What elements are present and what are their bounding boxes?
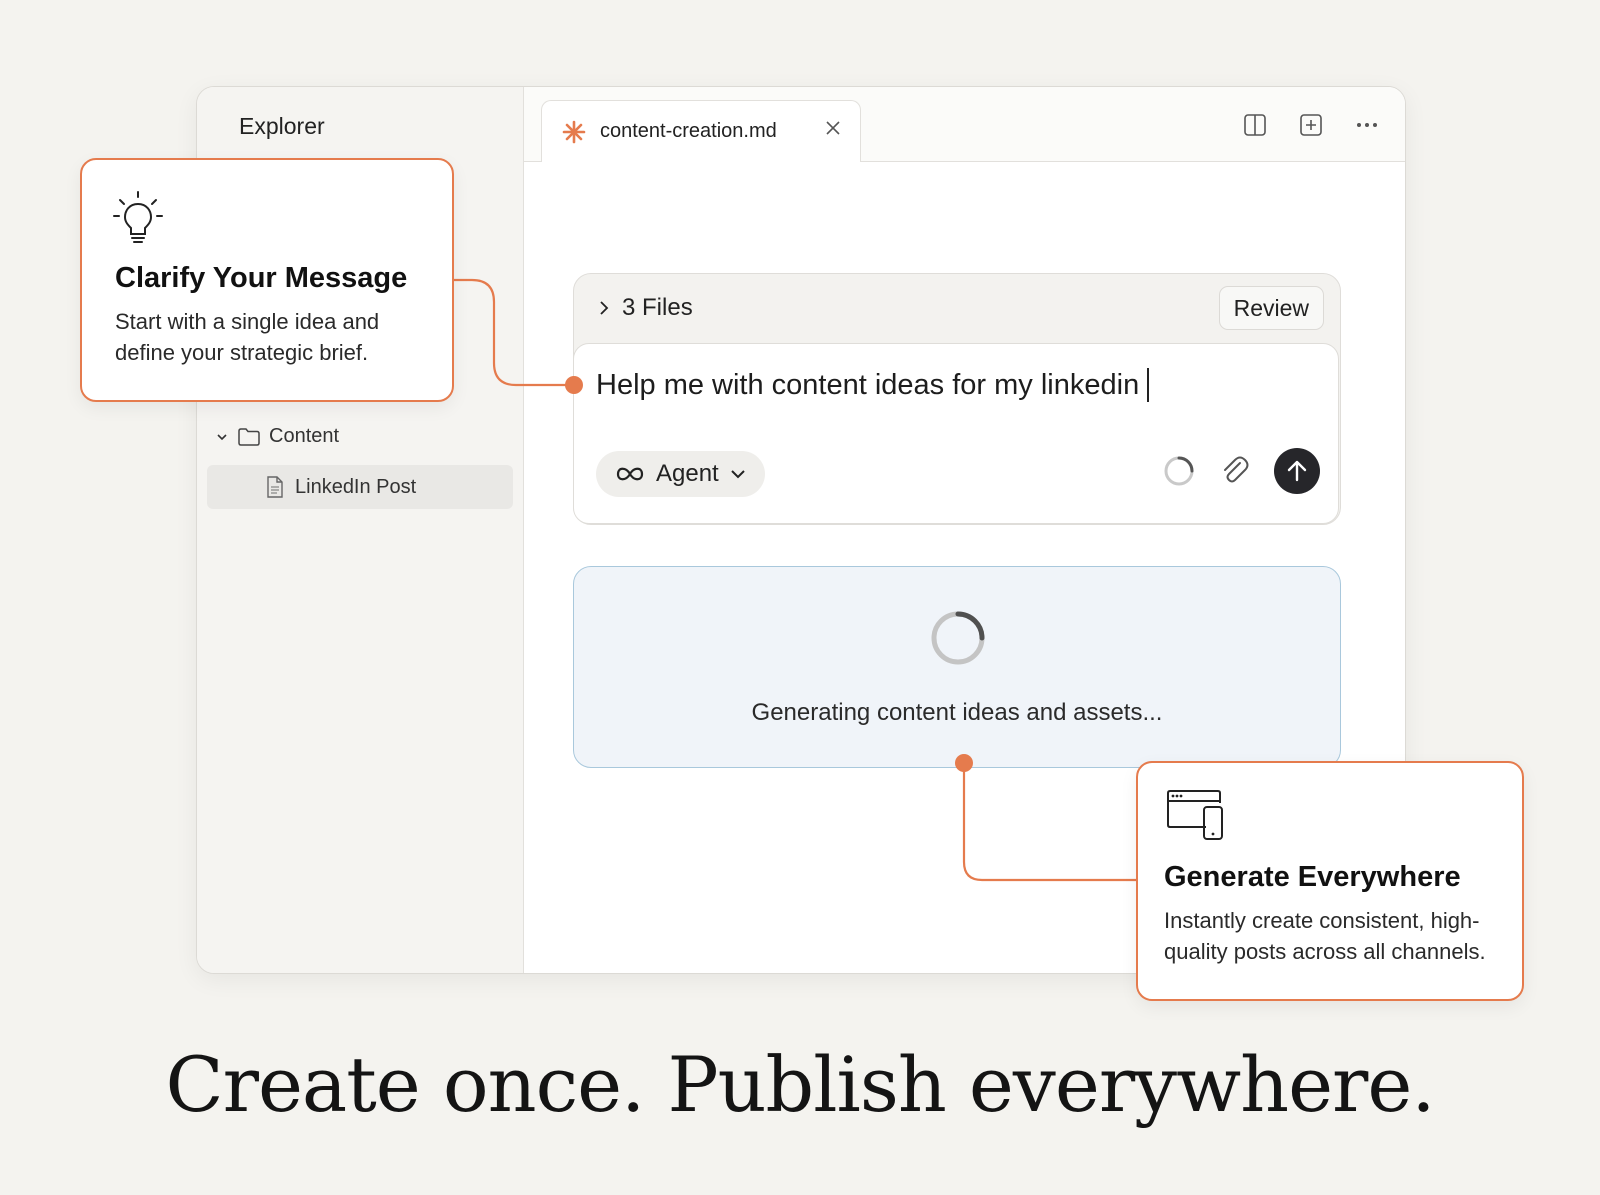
composer-actions bbox=[1162, 448, 1320, 494]
loading-spinner-icon bbox=[931, 611, 985, 665]
prompt-value: Help me with content ideas for my linked… bbox=[596, 368, 1140, 401]
generation-panel: Generating content ideas and assets... bbox=[573, 566, 1341, 768]
files-label: 3 Files bbox=[622, 294, 693, 321]
tree-file-label: LinkedIn Post bbox=[295, 475, 417, 498]
folder-icon bbox=[238, 427, 260, 446]
asterisk-icon bbox=[562, 120, 586, 143]
arrow-up-icon bbox=[1287, 460, 1307, 482]
callout-clarify-body: Start with a single idea and define your… bbox=[115, 306, 379, 368]
loading-spinner-icon bbox=[1164, 456, 1194, 486]
callout-generate-line2: quality posts across all channels. bbox=[1164, 939, 1486, 964]
document-icon bbox=[267, 476, 283, 498]
tree-folder-label: Content bbox=[269, 425, 340, 447]
callout-clarify-line2: define your strategic brief. bbox=[115, 340, 369, 365]
tab-content-creation[interactable]: content-creation.md bbox=[541, 100, 861, 162]
prompt-text[interactable]: Help me with content ideas for my linked… bbox=[596, 368, 1150, 402]
text-caret bbox=[1147, 368, 1150, 402]
split-view-icon[interactable] bbox=[1243, 113, 1267, 137]
review-button[interactable]: Review bbox=[1218, 286, 1324, 330]
callout-generate-body: Instantly create consistent, high- quali… bbox=[1164, 905, 1486, 967]
callout-clarify-message: Clarify Your Message Start with a single… bbox=[80, 158, 454, 402]
chat-composer: 3 Files Review Help me with content idea… bbox=[573, 273, 1341, 525]
chevron-down-icon bbox=[731, 470, 745, 479]
agent-mode-dropdown[interactable]: Agent bbox=[596, 451, 765, 497]
callout-generate-line1: Instantly create consistent, high- bbox=[1164, 908, 1480, 933]
chevron-down-icon bbox=[217, 433, 227, 440]
tree-file-linkedin-post[interactable]: LinkedIn Post bbox=[207, 465, 513, 509]
prompt-input[interactable]: Help me with content ideas for my linked… bbox=[573, 343, 1339, 524]
infinity-icon bbox=[616, 467, 644, 481]
generation-status: Generating content ideas and assets... bbox=[751, 699, 1163, 726]
tree-folder-content[interactable]: Content bbox=[215, 425, 339, 448]
callout-clarify-title: Clarify Your Message bbox=[115, 262, 408, 294]
close-icon[interactable] bbox=[824, 119, 842, 137]
callout-clarify-line1: Start with a single idea and bbox=[115, 309, 380, 334]
callout-generate-title: Generate Everywhere bbox=[1164, 861, 1461, 893]
tab-actions bbox=[1243, 113, 1379, 137]
paperclip-icon[interactable] bbox=[1218, 454, 1252, 488]
agent-label: Agent bbox=[656, 460, 719, 487]
sidebar-title: Explorer bbox=[239, 113, 325, 139]
lightbulb-icon bbox=[113, 191, 163, 243]
send-button[interactable] bbox=[1274, 448, 1320, 494]
headline: Create once. Publish everywhere. bbox=[165, 1040, 1435, 1129]
files-toggle[interactable]: 3 Files bbox=[596, 294, 693, 322]
new-tab-icon[interactable] bbox=[1299, 113, 1323, 137]
devices-icon bbox=[1167, 790, 1223, 840]
tab-bar: content-creation.md bbox=[524, 87, 1405, 162]
chevron-right-icon bbox=[600, 301, 609, 315]
tab-filename: content-creation.md bbox=[600, 120, 777, 142]
callout-generate-everywhere: Generate Everywhere Instantly create con… bbox=[1136, 761, 1524, 1001]
more-icon[interactable] bbox=[1355, 113, 1379, 137]
